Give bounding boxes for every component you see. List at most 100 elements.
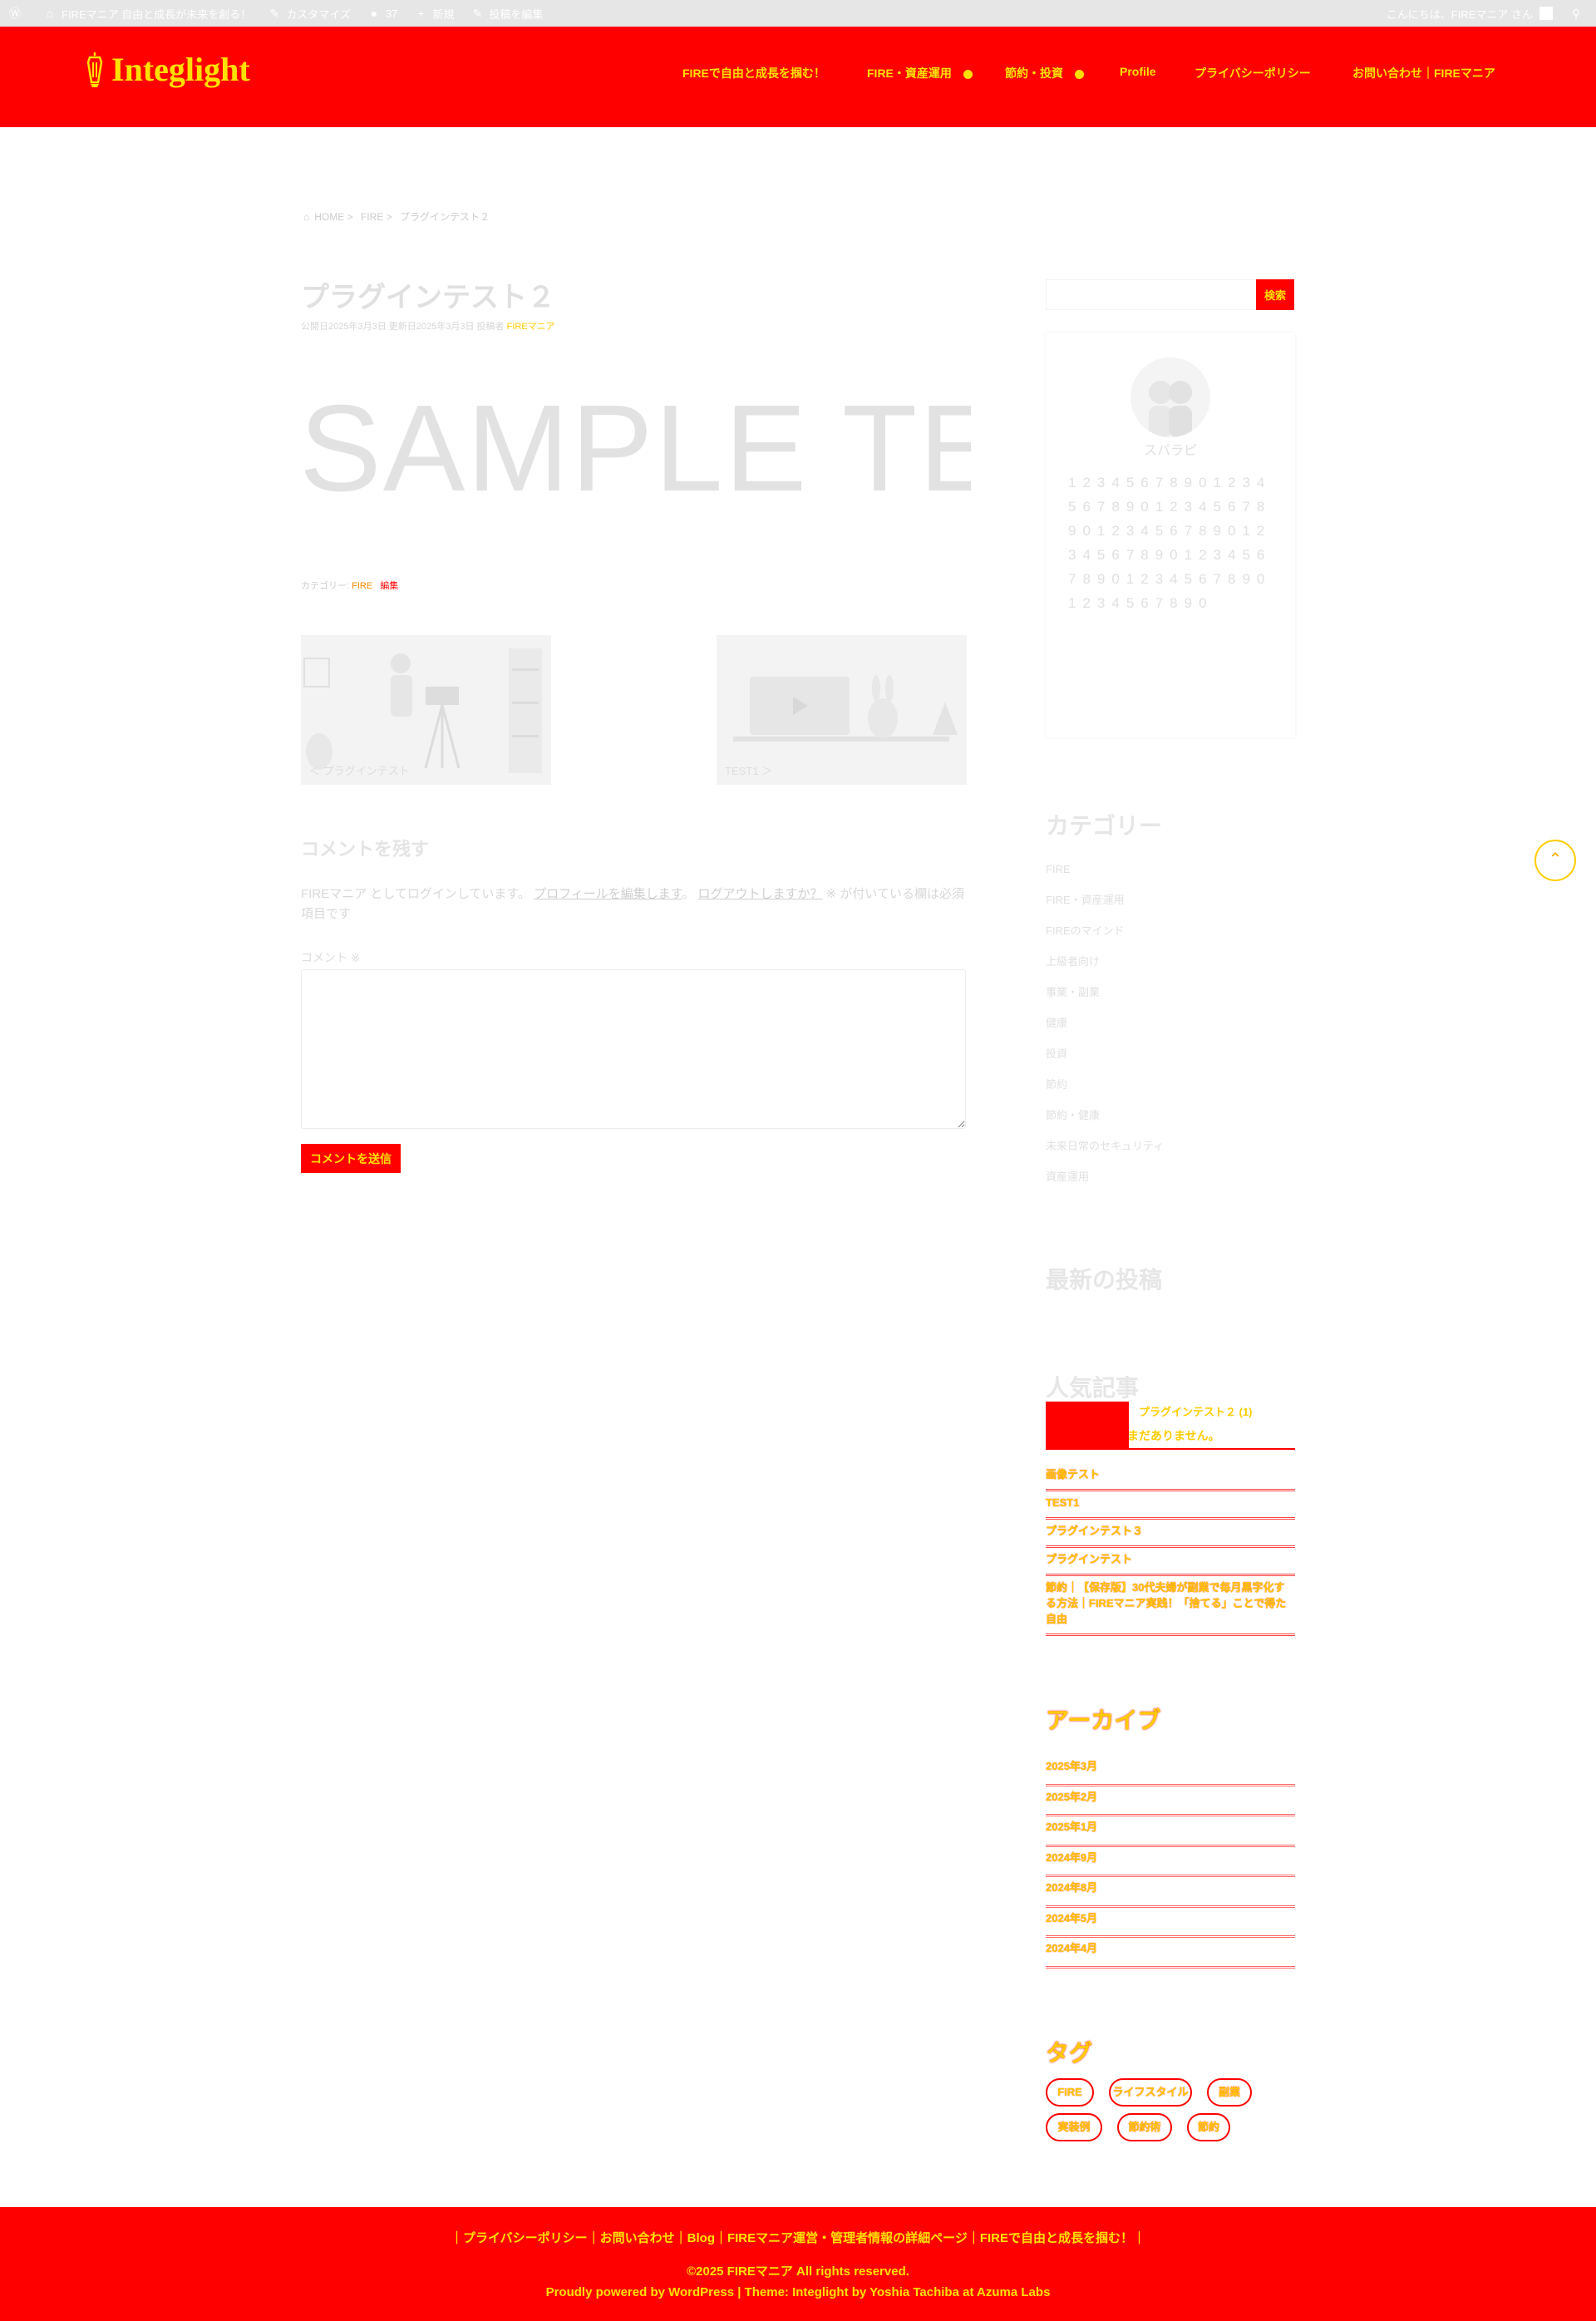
post-footer: カテゴリー: FIRE 編集 xyxy=(301,579,398,592)
new-label: 新規 xyxy=(432,7,455,21)
category-item[interactable]: FIREのマインド xyxy=(1046,923,1295,954)
tag-item[interactable]: 節約術 xyxy=(1117,2113,1172,2141)
next-post-card[interactable]: TEST1 ＞ xyxy=(717,635,967,785)
profile-text: 1234567890123456789012345678901234567890… xyxy=(1068,475,1272,611)
recent-post-item[interactable]: プラグインテスト３ xyxy=(1046,1520,1295,1548)
prev-post-card[interactable]: ＜ プラグインテスト xyxy=(301,635,551,785)
archive-item[interactable]: 2024年5月 xyxy=(1046,1908,1295,1938)
chevron-down-icon xyxy=(1075,69,1084,79)
category-prefix: カテゴリー: xyxy=(301,581,350,591)
footer-powered-by: Proudly powered by WordPress | Theme: In… xyxy=(545,2285,1051,2299)
edit-profile-link[interactable]: プロフィールを編集します xyxy=(534,887,682,901)
category-item[interactable]: FIRE xyxy=(1046,861,1295,892)
nav-item-profile[interactable]: Profile xyxy=(1120,65,1156,78)
archive-item[interactable]: 2024年9月 xyxy=(1046,1847,1295,1877)
logged-in-notice: FIREマニア としてログインしています。 プロフィールを編集します。 ログアウ… xyxy=(301,887,964,921)
divider xyxy=(1046,1448,1295,1450)
edit-post-label: 投稿を編集 xyxy=(489,7,544,21)
profile-name: スパラピ xyxy=(1143,444,1197,458)
breadcrumb-current: プラグインテスト２ xyxy=(400,211,490,223)
recent-post-item[interactable]: 節約｜【保存版】30代夫婦が副業で毎月黒字化する方法｜FIREマニア実践！「捨て… xyxy=(1046,1576,1295,1636)
comment-heading: コメントを残す xyxy=(301,839,430,860)
category-item[interactable]: 節約 xyxy=(1046,1077,1295,1107)
nav-item-contact[interactable]: お問い合わせ｜FIREマニア xyxy=(1352,65,1495,81)
post-title: プラグインテスト２ xyxy=(301,282,555,313)
recent-post-item[interactable]: プラグインテスト xyxy=(1046,1548,1295,1576)
comments-count: 37 xyxy=(385,7,398,20)
back-to-top-button[interactable]: ⌃ xyxy=(1534,840,1576,881)
breadcrumb-category[interactable]: FIRE xyxy=(361,211,383,223)
footer-copyright: ©2025 FIREマニア All rights reserved. xyxy=(687,2264,909,2279)
chevron-up-icon: ⌃ xyxy=(1548,850,1563,869)
category-item[interactable]: 未来日常のセキュリティ xyxy=(1046,1138,1295,1169)
admin-search-item[interactable]: ⚲ xyxy=(1561,0,1596,27)
breadcrumb-home[interactable]: HOME xyxy=(314,211,344,223)
post-body-sample-text: SAMPLE TE xyxy=(299,380,971,517)
sidebar-search-button[interactable]: 検索 xyxy=(1256,279,1294,310)
avatar xyxy=(1539,7,1553,20)
archive-item[interactable]: 2025年3月 xyxy=(1046,1756,1295,1786)
recent-posts-title: 最新の投稿 xyxy=(1046,1267,1163,1293)
popular-posts-title: 人気記事 xyxy=(1046,1375,1140,1401)
archive-item[interactable]: 2025年1月 xyxy=(1046,1816,1295,1847)
customize-item[interactable]: ✎ カスタマイズ xyxy=(259,0,359,27)
edit-post-item[interactable]: ✎ 投稿を編集 xyxy=(462,0,551,27)
category-item[interactable]: 健康 xyxy=(1046,1015,1295,1046)
nav-item-fire-assets[interactable]: FIRE・資産運用 xyxy=(867,65,973,81)
breadcrumb-separator: > xyxy=(386,211,392,223)
popular-post-thumbnail[interactable] xyxy=(1046,1402,1129,1448)
comment-textarea[interactable] xyxy=(301,969,966,1129)
search-icon: ⚲ xyxy=(1571,7,1581,20)
account-item[interactable]: こんにちは、FIREマニア さん xyxy=(1378,0,1561,27)
chevron-down-icon xyxy=(963,69,973,79)
comment-label: コメント ※ xyxy=(301,951,361,964)
greeting: こんにちは、FIREマニア さん xyxy=(1386,7,1533,21)
site-name: FIREマニア 自由と成長が未来を創る！ xyxy=(62,7,252,21)
category-item[interactable]: 資産運用 xyxy=(1046,1169,1295,1200)
wordpress-logo-item[interactable]: Ⓦ xyxy=(0,0,35,27)
home-icon: ⌂ xyxy=(303,211,310,223)
categories-title: カテゴリー xyxy=(1046,813,1163,839)
tag-item[interactable]: 節約 xyxy=(1187,2113,1230,2141)
category-item[interactable]: 事業・副業 xyxy=(1046,984,1295,1015)
archive-item[interactable]: 2024年4月 xyxy=(1046,1938,1295,1969)
recent-post-item[interactable]: TEST1 xyxy=(1046,1491,1295,1520)
post-category-link[interactable]: FIRE xyxy=(352,581,372,591)
plus-icon: + xyxy=(417,7,425,20)
comments-item[interactable]: ● 37 xyxy=(359,0,406,27)
popular-empty-note: まだありません。 xyxy=(1127,1429,1220,1442)
breadcrumb-separator: > xyxy=(347,211,353,223)
comment-icon: ● xyxy=(370,7,378,20)
sidebar-search-input[interactable] xyxy=(1046,279,1257,310)
tag-item[interactable]: 副業 xyxy=(1207,2078,1252,2107)
archive-item[interactable]: 2024年8月 xyxy=(1046,1877,1295,1908)
tag-item[interactable]: 実装例 xyxy=(1046,2113,1102,2141)
next-post-title: TEST1 ＞ xyxy=(725,765,773,777)
tag-item[interactable]: FIRE xyxy=(1046,2078,1094,2107)
category-item[interactable]: 節約・健康 xyxy=(1046,1107,1295,1138)
new-item[interactable]: + 新規 xyxy=(406,0,462,27)
post-author-link[interactable]: FIREマニア xyxy=(507,322,555,332)
nav-item-privacy[interactable]: プライバシーポリシー xyxy=(1195,65,1311,81)
home-icon: ⌂ xyxy=(46,7,54,20)
footer-links[interactable]: ｜プライバシーポリシー｜お問い合わせ｜Blog｜FIREマニア運営・管理者情報の… xyxy=(0,2229,1596,2246)
category-item[interactable]: FIRE・資産運用 xyxy=(1046,892,1295,923)
archive-item[interactable]: 2025年2月 xyxy=(1046,1786,1295,1816)
post-dates: 公開日2025年3月3日 更新日2025年3月3日 投稿者 xyxy=(301,322,505,332)
logout-link[interactable]: ログアウトしますか？ xyxy=(697,887,822,901)
comment-submit-button[interactable]: コメントを送信 xyxy=(301,1144,401,1173)
site-header: Integlight FIREで自由と成長を掴む！ FIRE・資産運用 節約・投… xyxy=(0,27,1596,127)
category-item[interactable]: 投資 xyxy=(1046,1046,1295,1077)
admin-bar: Ⓦ ⌂ FIREマニア 自由と成長が未来を創る！ ✎ カスタマイズ ● 37 + 新規 … xyxy=(0,0,1596,27)
customize-label: カスタマイズ xyxy=(286,7,351,21)
tag-item[interactable]: ライフスタイル xyxy=(1109,2078,1192,2107)
nav-item-saving-invest[interactable]: 節約・投資 xyxy=(1005,65,1084,81)
popular-post-link[interactable]: プラグインテスト２ (1) xyxy=(1139,1403,1253,1419)
couple-illustration xyxy=(1130,357,1210,437)
site-name-item[interactable]: ⌂ FIREマニア 自由と成長が未来を創る！ xyxy=(35,0,259,27)
site-footer: ｜プライバシーポリシー｜お問い合わせ｜Blog｜FIREマニア運営・管理者情報の… xyxy=(0,2207,1596,2321)
category-item[interactable]: 上級者向け xyxy=(1046,954,1295,984)
post-edit-link[interactable]: 編集 xyxy=(380,581,398,591)
nav-item-fire-freedom[interactable]: FIREで自由と成長を掴む！ xyxy=(682,65,825,81)
recent-post-item[interactable]: 画像テスト xyxy=(1046,1463,1295,1491)
